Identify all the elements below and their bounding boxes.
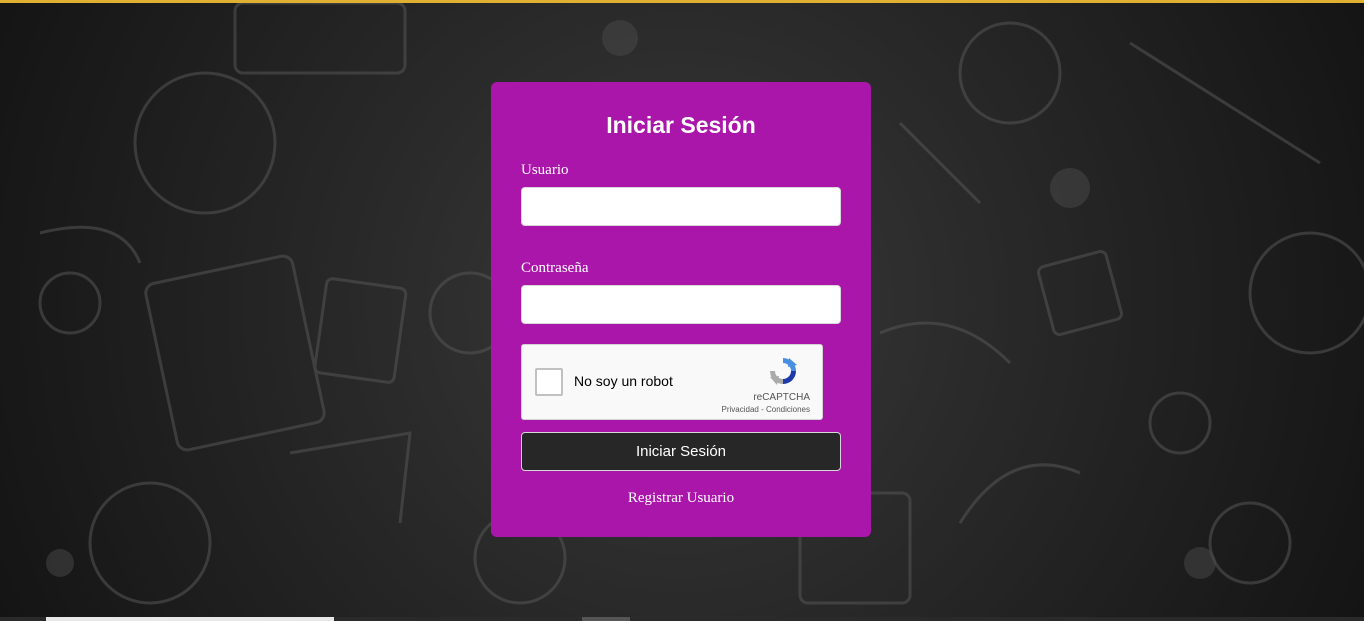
recaptcha-link-separator: - bbox=[758, 405, 766, 414]
recaptcha-brand: reCAPTCHA bbox=[753, 392, 810, 403]
scrollbar-marker bbox=[582, 617, 630, 621]
recaptcha-privacy-link[interactable]: Privacidad bbox=[722, 405, 759, 414]
login-submit-button[interactable]: Iniciar Sesión bbox=[521, 432, 841, 471]
username-label: Usuario bbox=[521, 162, 569, 178]
password-input[interactable] bbox=[521, 285, 841, 324]
recaptcha-label: No soy un robot bbox=[574, 373, 673, 389]
horizontal-scrollbar[interactable] bbox=[0, 617, 1364, 621]
recaptcha-checkbox[interactable] bbox=[535, 368, 563, 396]
password-label: Contraseña bbox=[521, 260, 589, 276]
recaptcha-terms-link[interactable]: Condiciones bbox=[766, 405, 810, 414]
recaptcha-widget: No soy un robot reCAPTCHA Privacidad - C… bbox=[521, 344, 823, 420]
username-input[interactable] bbox=[521, 187, 841, 226]
recaptcha-links: Privacidad - Condiciones bbox=[722, 405, 811, 414]
login-title: Iniciar Sesión bbox=[606, 112, 756, 138]
login-card: Iniciar Sesión Usuario Contraseña No soy… bbox=[491, 82, 871, 537]
scrollbar-thumb[interactable] bbox=[46, 617, 334, 621]
register-user-link[interactable]: Registrar Usuario bbox=[491, 490, 871, 507]
recaptcha-logo-icon bbox=[770, 358, 797, 385]
